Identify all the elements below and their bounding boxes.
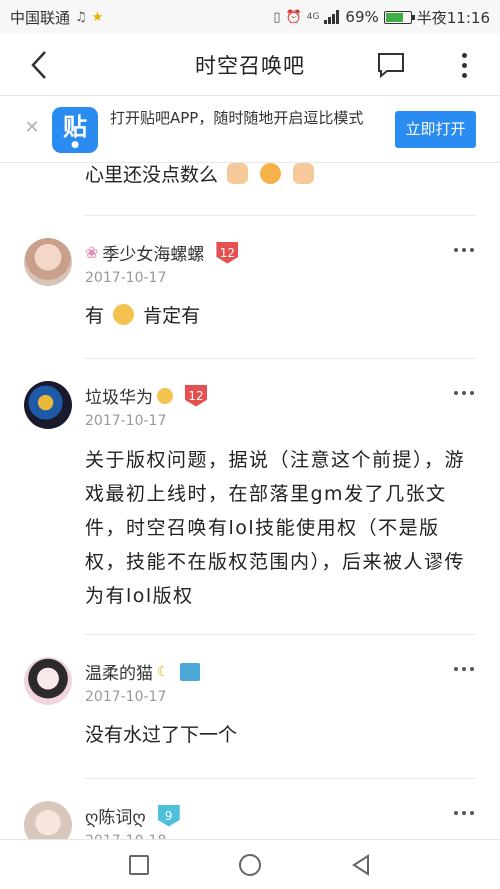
tieba-thread-page: 中国联通 ♫ ★ ▯ ⏰ 4G 69% 半夜11:16 时空召唤吧 ✕ 贴 ● … bbox=[0, 0, 500, 889]
reply-item: 垃圾华为 12 2017-10-17 关于版权问题，据说（注意这个前提），游戏最… bbox=[0, 379, 500, 639]
clock: 半夜11:16 bbox=[416, 8, 490, 27]
reply-text-before: 有 bbox=[85, 305, 105, 327]
more-dot-icon bbox=[454, 248, 458, 252]
more-dot-icon bbox=[461, 62, 467, 68]
battery-percent: 69% bbox=[345, 8, 379, 26]
more-dot-icon bbox=[462, 391, 466, 395]
avatar[interactable] bbox=[24, 657, 72, 705]
more-dot-icon bbox=[470, 811, 474, 815]
network-type-label: 4G bbox=[306, 12, 320, 22]
peace-hand-emoji-icon bbox=[227, 163, 249, 184]
reply-divider bbox=[84, 634, 476, 635]
username[interactable]: ღ陈词ღ bbox=[85, 803, 146, 828]
username[interactable]: 垃圾华为 bbox=[85, 383, 153, 408]
reply-text-after: 肯定有 bbox=[143, 305, 201, 327]
more-dot-icon bbox=[470, 667, 474, 671]
reply-more-button[interactable] bbox=[454, 391, 474, 395]
open-app-banner: ✕ 贴 ● 打开贴吧APP，随时随地开启逗比模式 立即打开 bbox=[0, 97, 500, 163]
id-card-icon bbox=[179, 662, 200, 681]
username[interactable]: 季少女海螺螺 bbox=[102, 240, 204, 265]
status-right: ▯ ⏰ 4G 69% 半夜11:16 bbox=[273, 7, 490, 28]
more-dot-icon bbox=[462, 811, 466, 815]
more-dot-icon bbox=[470, 248, 474, 252]
more-dot-icon bbox=[461, 72, 467, 78]
reply-content: 没有水过了下一个 bbox=[85, 724, 238, 746]
paw-icon: ● bbox=[71, 140, 79, 150]
reply-divider bbox=[84, 215, 476, 216]
more-dot-icon bbox=[454, 391, 458, 395]
avatar[interactable] bbox=[24, 238, 72, 286]
reply-more-button[interactable] bbox=[454, 667, 474, 671]
headset-icon: ♫ bbox=[75, 9, 87, 25]
system-nav-bar bbox=[0, 839, 500, 889]
chevron-left-icon bbox=[31, 51, 46, 79]
recents-square-icon[interactable] bbox=[129, 855, 149, 875]
reply-item: ღ陈词ღ 9 2017-10-18 bbox=[0, 799, 500, 839]
more-dot-icon bbox=[462, 248, 466, 252]
reply-more-button[interactable] bbox=[454, 811, 474, 815]
title-bar: 时空召唤吧 bbox=[0, 34, 500, 96]
vibrate-icon: ▯ bbox=[273, 9, 281, 25]
carrier-label: 中国联通 bbox=[10, 8, 71, 27]
username-row: ❀ 季少女海螺螺 12 bbox=[85, 240, 239, 265]
status-left: 中国联通 ♫ ★ bbox=[10, 7, 103, 28]
reply-more-button[interactable] bbox=[454, 248, 474, 252]
reply-content: 有 肯定有 bbox=[85, 300, 472, 333]
avatar[interactable] bbox=[24, 381, 72, 429]
annoyed-face-emoji-icon bbox=[260, 163, 282, 184]
partial-reply-content: 心里还没点数么 bbox=[85, 163, 472, 192]
flower-icon: ❀ bbox=[85, 243, 99, 262]
home-circle-icon[interactable] bbox=[239, 854, 261, 876]
reply-item: 温柔的猫 ☾ 2017-10-17 没有水过了下一个 bbox=[0, 655, 500, 775]
back-triangle-icon[interactable] bbox=[350, 854, 372, 876]
avatar[interactable] bbox=[24, 801, 72, 839]
signal-icon bbox=[324, 10, 340, 24]
reply-content: 关于版权问题，据说（注意这个前提），游戏最初上线时，在部落里gm发了几张文件，时… bbox=[85, 449, 466, 607]
level-badge: 9 bbox=[157, 804, 180, 827]
level-badge: 12 bbox=[185, 384, 207, 407]
more-menu-button[interactable] bbox=[454, 48, 474, 82]
open-app-button[interactable]: 立即打开 bbox=[395, 111, 476, 148]
more-dot-icon bbox=[462, 667, 466, 671]
reply-divider bbox=[84, 778, 476, 779]
username-row: ღ陈词ღ 9 bbox=[85, 803, 180, 828]
rock-hand-emoji-icon bbox=[293, 163, 315, 184]
username[interactable]: 温柔的猫 bbox=[85, 659, 153, 684]
banner-text: 打开贴吧APP，随时随地开启逗比模式 bbox=[110, 109, 364, 127]
more-dot-icon bbox=[454, 811, 458, 815]
grin-face-emoji-icon bbox=[157, 387, 173, 404]
smile-face-emoji-icon bbox=[113, 304, 135, 325]
reply-date: 2017-10-17 bbox=[85, 689, 167, 705]
reply-date: 2017-10-17 bbox=[85, 413, 167, 429]
level-badge: 12 bbox=[216, 241, 239, 264]
back-button[interactable] bbox=[22, 48, 56, 82]
star-icon: ★ bbox=[91, 9, 104, 25]
status-bar: 中国联通 ♫ ★ ▯ ⏰ 4G 69% 半夜11:16 bbox=[0, 0, 500, 34]
banner-close-icon[interactable]: ✕ bbox=[23, 119, 41, 137]
username-row: 垃圾华为 12 bbox=[85, 383, 207, 408]
more-dot-icon bbox=[461, 52, 467, 58]
speech-bubble-icon bbox=[378, 53, 404, 78]
alarm-icon: ⏰ bbox=[285, 9, 302, 25]
more-dot-icon bbox=[454, 667, 458, 671]
reply-feed: 心里还没点数么 ❀ 季少女海螺螺 12 2017-10-17 有 肯定有 垃圾华… bbox=[0, 163, 500, 839]
message-button[interactable] bbox=[374, 48, 408, 82]
logo-text: 贴 bbox=[63, 113, 87, 141]
tieba-logo-icon: 贴 ● bbox=[52, 107, 98, 153]
partial-reply-text: 心里还没点数么 bbox=[85, 164, 219, 186]
username-row: 温柔的猫 ☾ bbox=[85, 659, 200, 684]
moon-icon: ☾ bbox=[157, 663, 170, 680]
battery-icon bbox=[383, 10, 415, 24]
more-dot-icon bbox=[470, 391, 474, 395]
page-title: 时空召唤吧 bbox=[195, 53, 305, 78]
reply-divider bbox=[84, 358, 476, 359]
reply-item: ❀ 季少女海螺螺 12 2017-10-17 有 肯定有 bbox=[0, 236, 500, 356]
reply-date: 2017-10-17 bbox=[85, 270, 167, 286]
